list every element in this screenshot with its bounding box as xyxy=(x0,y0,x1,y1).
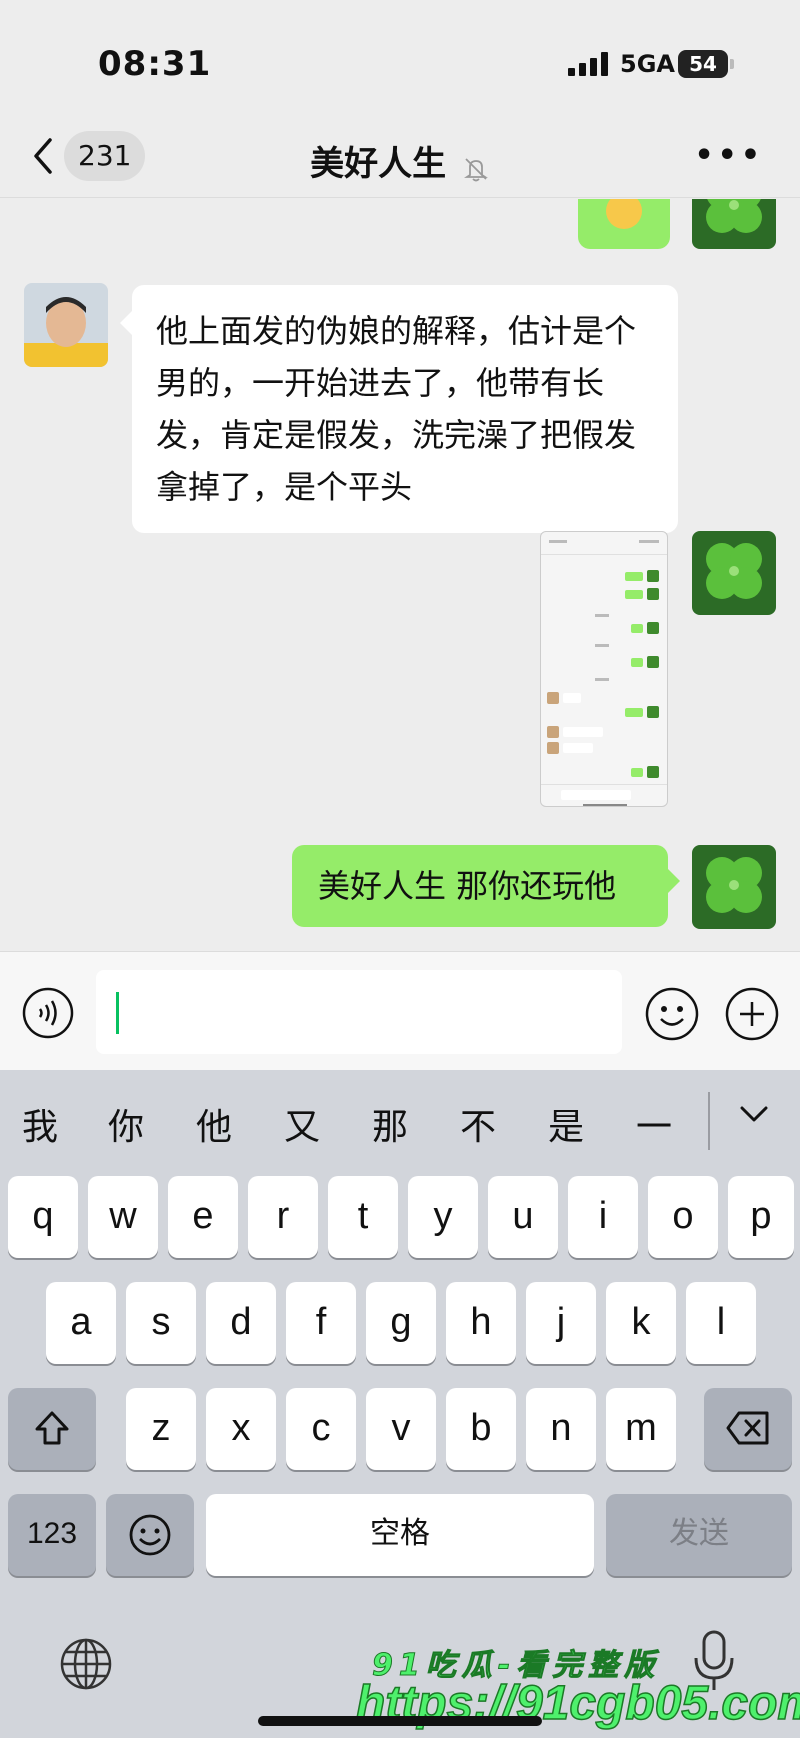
keyboard: 我 你 他 又 那 不 是 一 q w e r t y u i o p a s … xyxy=(0,1070,800,1738)
chat-title-text: 美好人生 xyxy=(310,144,447,184)
key-d[interactable]: d xyxy=(206,1282,276,1364)
numbers-key[interactable]: 123 xyxy=(8,1494,96,1576)
candidate-word[interactable]: 不 xyxy=(460,1098,496,1150)
crying-laughing-emoji-icon xyxy=(606,199,642,229)
backspace-key[interactable] xyxy=(704,1388,792,1470)
home-indicator xyxy=(258,1716,542,1726)
candidate-word[interactable]: 一 xyxy=(636,1098,672,1150)
my-avatar[interactable] xyxy=(692,845,776,929)
key-m[interactable]: m xyxy=(606,1388,676,1470)
candidate-word[interactable]: 又 xyxy=(284,1098,320,1150)
emoji-icon[interactable] xyxy=(644,986,700,1042)
space-key[interactable]: 空格 xyxy=(206,1494,594,1576)
message-list[interactable]: 他上面发的伪娘的解释，估计是个男的，一开始进去了，他带有长发，肯定是假发，洗完澡… xyxy=(0,199,800,951)
key-c[interactable]: c xyxy=(286,1388,356,1470)
key-h[interactable]: h xyxy=(446,1282,516,1364)
key-f[interactable]: f xyxy=(286,1282,356,1364)
expand-candidates-chevron-icon[interactable] xyxy=(736,1100,772,1130)
candidate-word[interactable]: 我 xyxy=(22,1098,58,1150)
key-v[interactable]: v xyxy=(366,1388,436,1470)
key-l[interactable]: l xyxy=(686,1282,756,1364)
key-q[interactable]: q xyxy=(8,1176,78,1258)
key-e[interactable]: e xyxy=(168,1176,238,1258)
shift-key[interactable] xyxy=(8,1388,96,1470)
my-avatar[interactable] xyxy=(692,199,776,249)
my-avatar[interactable] xyxy=(692,531,776,615)
send-key[interactable]: 发送 xyxy=(606,1494,792,1576)
candidate-word[interactable]: 他 xyxy=(196,1098,232,1150)
sender-avatar[interactable] xyxy=(24,283,108,367)
input-bar xyxy=(0,951,800,1070)
globe-icon[interactable] xyxy=(58,1636,114,1692)
text-cursor xyxy=(116,992,119,1034)
plus-icon[interactable] xyxy=(724,986,780,1042)
chat-header: 231 美好人生 ••• xyxy=(0,120,800,198)
key-g[interactable]: g xyxy=(366,1282,436,1364)
key-p[interactable]: p xyxy=(728,1176,794,1258)
signal-icon xyxy=(568,52,612,76)
screenshot-thumbnail-image[interactable] xyxy=(540,531,668,807)
battery-icon: 54 xyxy=(678,50,734,78)
mute-bell-icon xyxy=(462,152,490,181)
key-b[interactable]: b xyxy=(446,1388,516,1470)
key-a[interactable]: a xyxy=(46,1282,116,1364)
message-bubble-outgoing[interactable]: 美好人生 那你还玩他 xyxy=(292,845,680,927)
key-r[interactable]: r xyxy=(248,1176,318,1258)
key-i[interactable]: i xyxy=(568,1176,638,1258)
key-j[interactable]: j xyxy=(526,1282,596,1364)
emoji-key[interactable] xyxy=(106,1494,194,1576)
voice-input-icon[interactable] xyxy=(22,987,74,1039)
message-bubble-sticker[interactable] xyxy=(578,199,670,249)
status-time: 08:31 xyxy=(98,44,212,84)
key-n[interactable]: n xyxy=(526,1388,596,1470)
key-z[interactable]: z xyxy=(126,1388,196,1470)
network-type: 5GA xyxy=(620,50,675,78)
candidate-word[interactable]: 那 xyxy=(372,1098,408,1150)
key-o[interactable]: o xyxy=(648,1176,718,1258)
key-y[interactable]: y xyxy=(408,1176,478,1258)
key-k[interactable]: k xyxy=(606,1282,676,1364)
chat-title: 美好人生 xyxy=(0,136,800,185)
message-input[interactable] xyxy=(96,970,622,1054)
message-bubble-incoming[interactable]: 他上面发的伪娘的解释，估计是个男的，一开始进去了，他带有长发，肯定是假发，洗完澡… xyxy=(120,285,678,533)
key-u[interactable]: u xyxy=(488,1176,558,1258)
status-bar: 08:31 5GA 54 xyxy=(0,0,800,120)
candidate-bar: 我 你 他 又 那 不 是 一 xyxy=(0,1070,800,1176)
key-t[interactable]: t xyxy=(328,1176,398,1258)
key-s[interactable]: s xyxy=(126,1282,196,1364)
more-options-button[interactable]: ••• xyxy=(694,141,764,171)
key-x[interactable]: x xyxy=(206,1388,276,1470)
candidate-word[interactable]: 你 xyxy=(108,1098,144,1150)
key-w[interactable]: w xyxy=(88,1176,158,1258)
candidate-word[interactable]: 是 xyxy=(548,1098,584,1150)
candidate-divider xyxy=(708,1092,710,1150)
